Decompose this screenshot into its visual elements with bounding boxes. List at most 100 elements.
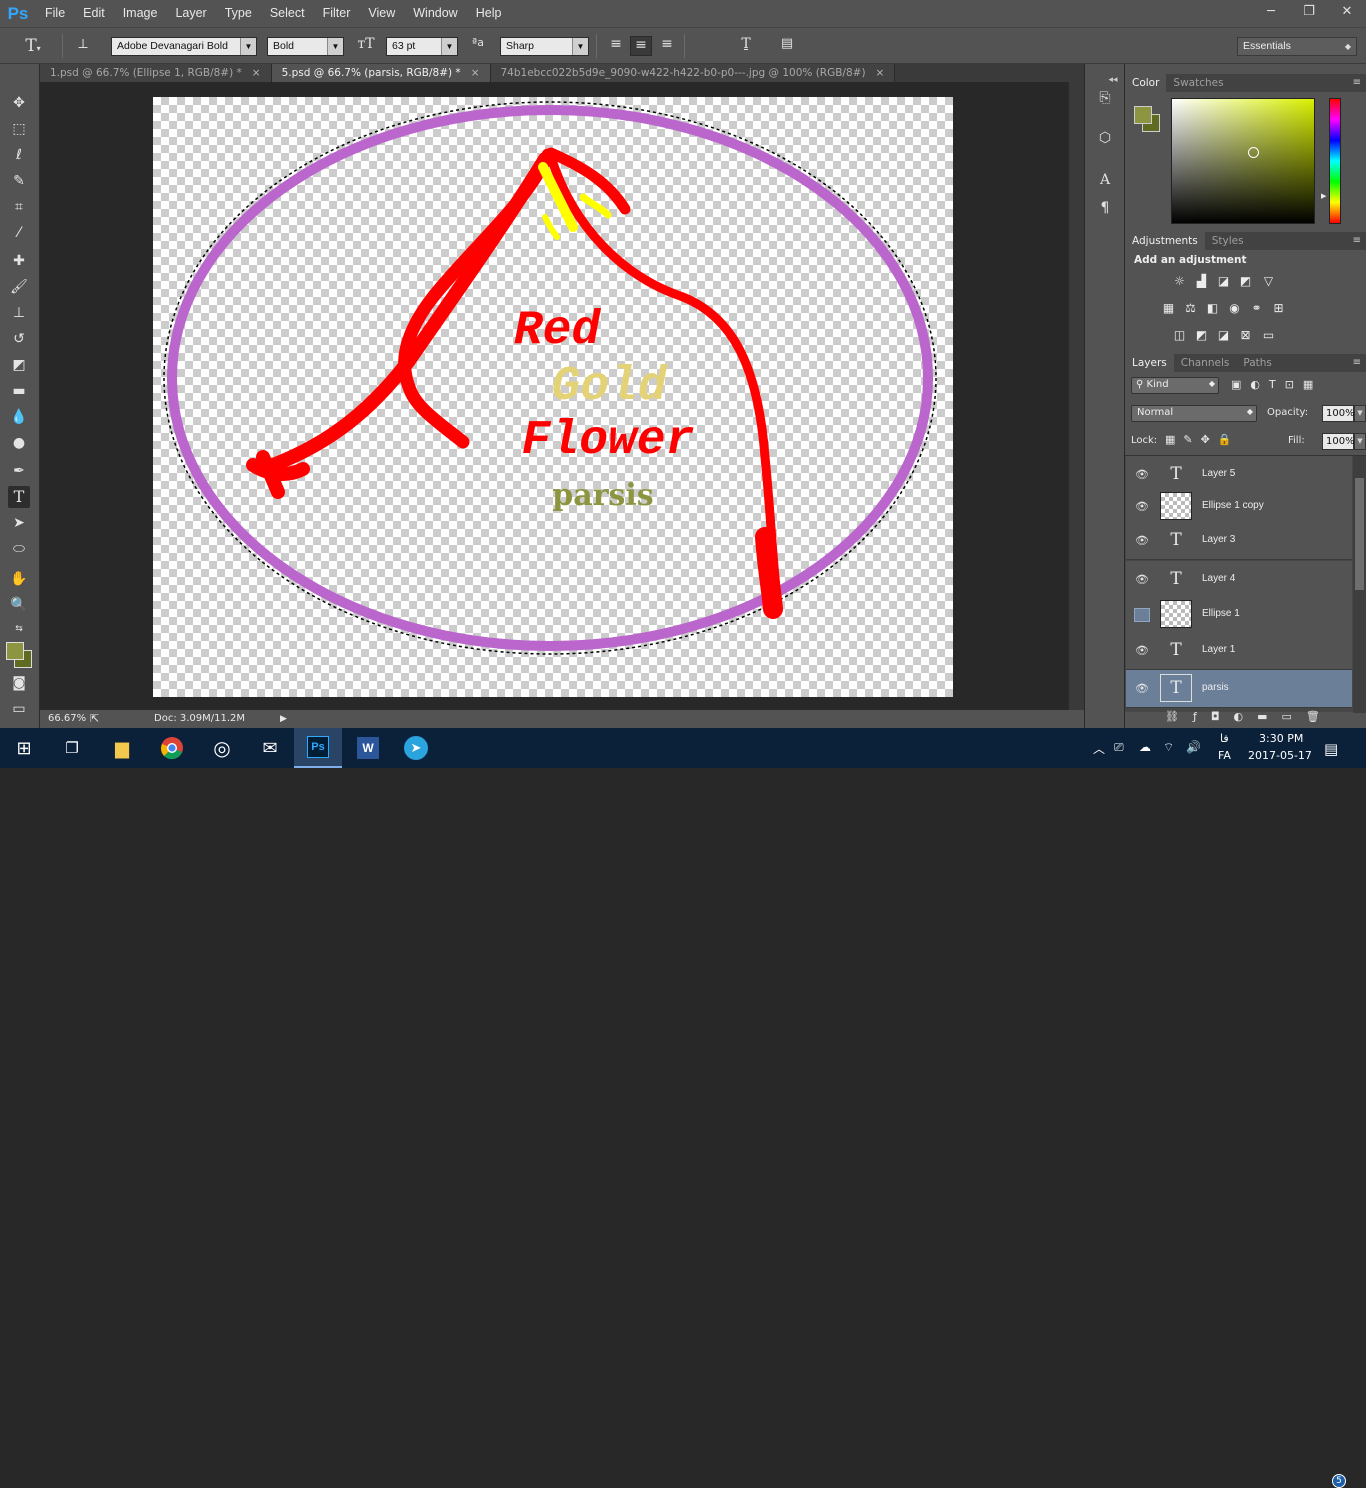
menu-layer[interactable]: Layer (166, 0, 215, 27)
start-button-icon[interactable]: ⊞ (0, 728, 48, 768)
vibrance-icon[interactable]: ▽ (1261, 275, 1276, 288)
layer-row-selected[interactable]: 👁 T parsis (1126, 670, 1352, 708)
move-tool-icon[interactable]: ✥ (8, 92, 30, 114)
visibility-eye-icon[interactable]: 👁 (1134, 468, 1150, 482)
threshold-icon[interactable]: ◪ (1216, 329, 1231, 342)
font-size-select[interactable]: 63 pt ▼ (386, 37, 458, 56)
ellipse-tool-icon[interactable]: ⬭ (8, 538, 30, 560)
file-explorer-icon[interactable]: ▆ (98, 728, 146, 768)
show-hidden-icons-icon[interactable]: ︿ (1093, 740, 1105, 757)
visibility-eye-icon[interactable]: 👁 (1134, 573, 1150, 587)
color-balance-icon[interactable]: ⚖ (1183, 302, 1198, 315)
menu-edit[interactable]: Edit (74, 0, 114, 27)
wifi-icon[interactable]: ⌔ (1163, 740, 1174, 755)
gradient-map-icon[interactable]: ▭ (1261, 329, 1276, 342)
antialias-select[interactable]: Sharp ▼ (500, 37, 589, 56)
close-tab-icon[interactable]: × (876, 67, 885, 79)
language-indicator-top[interactable]: فا (1220, 732, 1229, 745)
swap-colors-icon[interactable]: ⇆ (8, 618, 30, 640)
close-tab-icon[interactable]: × (471, 67, 480, 79)
visibility-eye-icon[interactable]: 👁 (1134, 534, 1150, 548)
document-tab[interactable]: 74b1ebcc022b5d9e_9090-w422-h422-b0-p0---… (490, 64, 896, 82)
clock-date[interactable]: 2017-05-17 (1248, 749, 1312, 762)
hue-saturation-icon[interactable]: ▦ (1161, 302, 1176, 315)
font-style-select[interactable]: Bold ▼ (267, 37, 344, 56)
close-tab-icon[interactable]: × (252, 67, 261, 79)
panel-menu-icon[interactable]: ≡ (1353, 354, 1361, 372)
onedrive-icon[interactable]: ☁ (1139, 740, 1151, 754)
word-icon[interactable]: W (344, 728, 392, 768)
selective-color-icon[interactable]: ⊠ (1238, 329, 1253, 342)
align-right-icon[interactable]: ≡ (656, 36, 678, 56)
pen-tool-icon[interactable]: ✒ (8, 460, 30, 482)
path-selection-tool-icon[interactable]: ➤ (8, 512, 30, 534)
lasso-tool-icon[interactable]: ℓ (8, 144, 30, 166)
clock-time[interactable]: 3:30 PM (1259, 732, 1303, 745)
volume-icon[interactable]: 🔊 (1186, 740, 1201, 754)
panel-menu-icon[interactable]: ≡ (1353, 74, 1361, 92)
character-panel-icon[interactable]: ▤ (776, 36, 798, 56)
tab-styles[interactable]: Styles (1205, 232, 1251, 250)
layers-scrollbar[interactable] (1353, 456, 1366, 713)
lock-icons[interactable]: ▦✎✥🔒 (1165, 433, 1240, 446)
layer-row[interactable]: 👁 T Layer 4 (1126, 561, 1352, 599)
properties-panel-icon[interactable]: ⬡ (1095, 128, 1115, 148)
blend-mode-select[interactable]: Normal ◆ (1131, 405, 1257, 422)
type-tool-icon[interactable]: T (8, 486, 30, 508)
brush-tool-icon[interactable]: 🖌 (8, 276, 30, 298)
tab-layers[interactable]: Layers (1125, 354, 1174, 372)
fill-input[interactable]: 100% (1322, 433, 1355, 450)
tab-adjustments[interactable]: Adjustments (1125, 232, 1205, 250)
levels-icon[interactable]: ▟ (1194, 275, 1209, 288)
gradient-tool-icon[interactable]: ▬ (8, 380, 30, 402)
visibility-eye-icon[interactable]: 👁 (1134, 500, 1150, 514)
document-tab-active[interactable]: 5.psd @ 66.7% (parsis, RGB/8#) * × (271, 64, 491, 82)
menu-select[interactable]: Select (261, 0, 314, 27)
hue-slider[interactable] (1329, 98, 1341, 224)
curves-icon[interactable]: ◪ (1216, 275, 1231, 288)
screen-mode-icon[interactable]: ▭ (8, 698, 30, 720)
layer-row[interactable]: Ellipse 1 (1126, 596, 1352, 634)
menu-file[interactable]: File (36, 0, 74, 27)
document-canvas[interactable]: Red Gold Flower parsis (153, 97, 953, 697)
export-icon[interactable]: ⇱ (90, 710, 99, 728)
healing-brush-tool-icon[interactable]: ✚ (8, 250, 30, 272)
chevron-down-icon[interactable]: ▼ (1354, 433, 1366, 450)
zoom-level[interactable]: 66.67% (48, 710, 86, 728)
paragraph-panel-icon[interactable]: ¶ (1095, 198, 1115, 218)
foreground-color-swatch[interactable] (6, 642, 24, 660)
zoom-tool-icon[interactable]: 🔍 (8, 594, 30, 616)
color-foreground-swatch[interactable] (1134, 106, 1152, 124)
layers-footer-icons[interactable]: ⛓ƒ◘◐▬▭🗑 (1165, 710, 1334, 723)
tab-color[interactable]: Color (1125, 74, 1167, 92)
media-app-icon[interactable]: ◎ (198, 728, 246, 768)
character-panel-icon[interactable]: A (1095, 170, 1115, 190)
invert-icon[interactable]: ◫ (1172, 329, 1187, 342)
visibility-eye-icon[interactable]: 👁 (1134, 644, 1150, 658)
color-picker-field[interactable] (1171, 98, 1315, 224)
color-lookup-icon[interactable]: ⊞ (1271, 302, 1286, 315)
photoshop-taskbar-icon[interactable]: Ps (294, 728, 342, 768)
collapse-icon[interactable]: ◂◂ (1103, 70, 1123, 90)
opacity-input[interactable]: 100% (1322, 405, 1355, 422)
history-brush-tool-icon[interactable]: ↺ (8, 328, 30, 350)
toggle-orientation-icon[interactable]: ⟂ (72, 36, 94, 56)
tab-paths[interactable]: Paths (1236, 354, 1279, 372)
menu-help[interactable]: Help (467, 0, 511, 27)
eyedropper-tool-icon[interactable]: ⁄ (8, 222, 30, 244)
black-white-icon[interactable]: ◧ (1205, 302, 1220, 315)
layer-row[interactable]: 👁 Ellipse 1 copy (1126, 488, 1352, 526)
history-panel-icon[interactable]: ⎘ (1095, 88, 1115, 108)
menu-filter[interactable]: Filter (314, 0, 360, 27)
posterize-icon[interactable]: ◩ (1194, 329, 1209, 342)
layer-row[interactable]: 👁 T Layer 3 (1126, 522, 1352, 560)
chevron-down-icon[interactable]: ▼ (1354, 405, 1366, 422)
telegram-icon[interactable]: ➤ (392, 728, 440, 768)
channel-mixer-icon[interactable]: ⚭ (1249, 302, 1264, 315)
menu-view[interactable]: View (359, 0, 404, 27)
brightness-contrast-icon[interactable]: ☼ (1172, 275, 1187, 288)
layer-filter-icons[interactable]: ▣◐T⊡▦ (1231, 378, 1322, 391)
hue-slider-arrow-icon[interactable]: ▶ (1321, 192, 1326, 200)
hand-tool-icon[interactable]: ✋ (8, 568, 30, 590)
eraser-tool-icon[interactable]: ◩ (8, 354, 30, 376)
